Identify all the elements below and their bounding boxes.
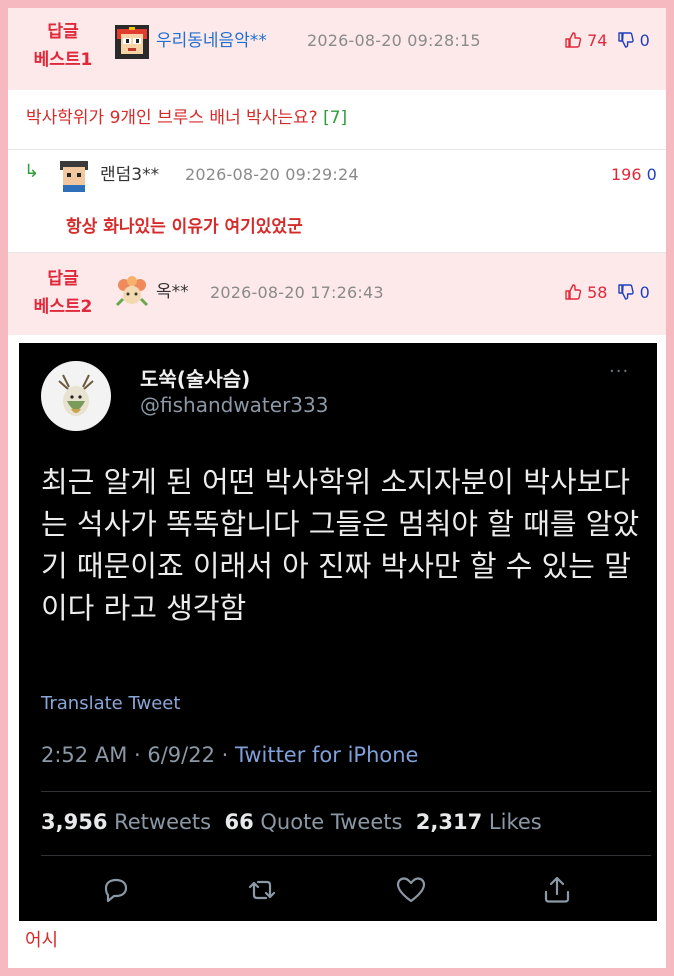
author-nickname[interactable]: 우리동네음악**	[156, 30, 267, 52]
reply-body: 항상 화나있는 이유가 여기있었군	[66, 217, 303, 237]
best-badge-2: 답글 베스트2	[26, 265, 100, 321]
comment-list: 답글 베스트1 우리동네음악** 2026-08-20 09:28:15 74	[8, 8, 666, 968]
thumbs-up-icon	[565, 284, 582, 300]
retweet-icon	[248, 880, 276, 900]
upvote-count[interactable]: 196	[611, 165, 642, 184]
translate-tweet-link: Translate Tweet	[41, 693, 181, 714]
divider	[41, 855, 651, 856]
downvote-count: 0	[639, 31, 650, 50]
upvote-count: 58	[587, 283, 608, 302]
thumbs-down-icon	[617, 32, 634, 48]
downvote-button[interactable]: 0	[617, 31, 650, 50]
divider	[8, 149, 666, 150]
quotes-count: 66	[224, 810, 254, 834]
best-comment-header-1: 답글 베스트1 우리동네음악** 2026-08-20 09:28:15 74	[8, 8, 666, 90]
tweet-author-name: 도쑥(술사슴)	[140, 367, 251, 391]
tweet-text: 최근 알게 된 어떤 박사학위 소지자분이 박사보다는 석사가 똑똑합니다 그들…	[41, 465, 640, 625]
tweet-screenshot: 도쑥(술사슴) @fishandwater333 ··· 최근 알게 된 어떤 …	[19, 343, 657, 921]
retweets-label: Retweets	[107, 810, 225, 834]
author-nickname[interactable]: 랜덤3**	[100, 164, 159, 186]
quotes-label: Quote Tweets	[253, 810, 416, 834]
best-badge-line2: 베스트1	[33, 50, 93, 70]
comment-timestamp: 2026-08-20 09:29:24	[185, 165, 359, 184]
author-nickname[interactable]: 옥**	[156, 281, 189, 303]
tweet-meta: 2:52 AM · 6/9/22 · Twitter for iPhone	[41, 743, 418, 767]
best-badge-line1: 답글	[47, 22, 79, 42]
best-badge-line2: 베스트2	[33, 297, 93, 317]
user-avatar-icon[interactable]	[57, 158, 91, 192]
tweet-stats: 3,956 Retweets 66 Quote Tweets 2,317 Lik…	[41, 810, 542, 834]
downvote-button[interactable]: 0	[617, 283, 650, 302]
best-badge-line1: 답글	[47, 269, 79, 289]
vote-counts: 196 0	[611, 164, 657, 186]
share-icon	[544, 876, 570, 903]
user-avatar-icon[interactable]	[115, 25, 149, 59]
comment-body-2: 어시	[25, 930, 59, 951]
downvote-count[interactable]: 0	[647, 165, 657, 184]
best-comment-header-2: 답글 베스트2 옥** 2026-08-20 17:26:43 58 0	[8, 253, 666, 335]
downvote-count: 0	[639, 283, 650, 302]
tweet-avatar-icon	[41, 361, 111, 431]
upvote-button[interactable]: 74	[564, 31, 613, 50]
comment-timestamp: 2026-08-20 09:28:15	[307, 31, 481, 50]
comment-timestamp: 2026-08-20 17:26:43	[210, 283, 384, 302]
like-icon	[396, 877, 426, 903]
reply-count-link[interactable]: [7]	[323, 108, 347, 128]
upvote-count: 74	[587, 31, 608, 50]
reply-arrow-icon: ↳	[24, 161, 40, 182]
upvote-button[interactable]: 58	[564, 283, 613, 302]
thumbs-up-icon	[565, 32, 582, 48]
tweet-author-handle: @fishandwater333	[140, 393, 329, 417]
comment-text: 박사학위가 9개인 브루스 배너 박사는요?	[26, 108, 318, 128]
thumbs-down-icon	[617, 284, 634, 300]
more-options-icon: ···	[609, 361, 630, 382]
user-avatar-icon[interactable]	[115, 275, 149, 309]
reply-icon	[104, 878, 128, 903]
comment-body-1: 박사학위가 9개인 브루스 배너 박사는요? [7]	[26, 106, 347, 130]
tweet-actions	[19, 873, 657, 907]
best-badge-1: 답글 베스트1	[26, 18, 100, 74]
likes-count: 2,317	[415, 810, 483, 834]
divider	[41, 791, 651, 792]
likes-label: Likes	[482, 810, 542, 834]
retweets-count: 3,956	[41, 810, 108, 834]
vote-counts: 74 0	[564, 30, 650, 52]
vote-counts: 58 0	[564, 282, 650, 304]
tweet-source: Twitter for iPhone	[234, 743, 419, 767]
tweet-time: 2:52 AM · 6/9/22 ·	[41, 743, 235, 767]
